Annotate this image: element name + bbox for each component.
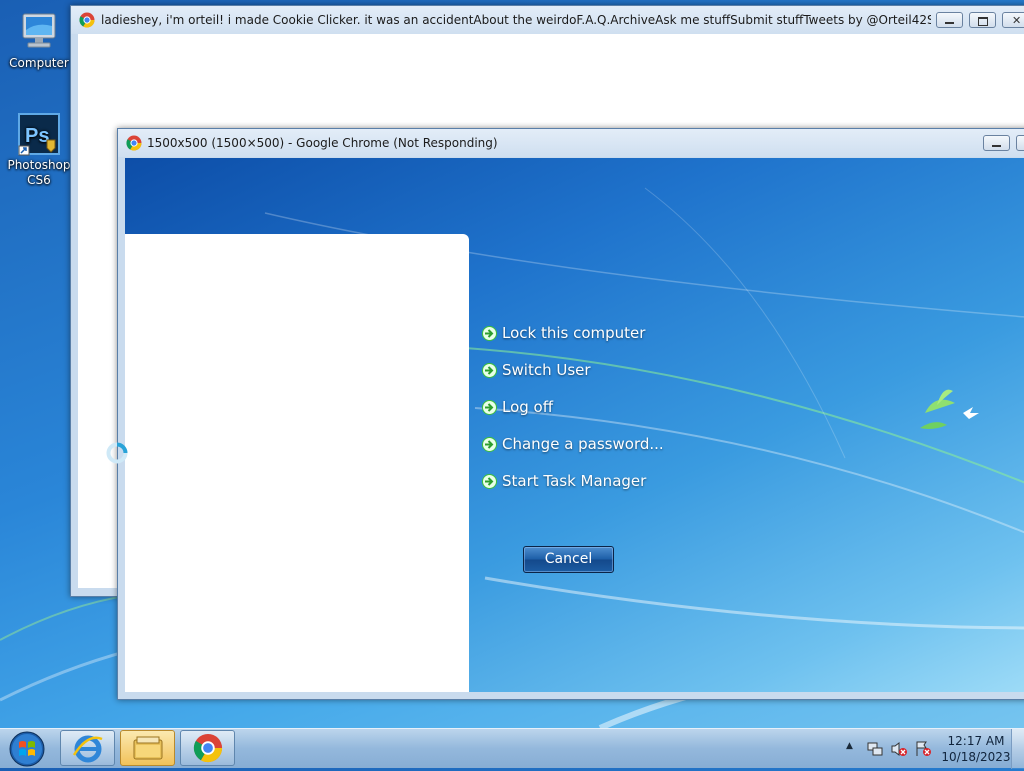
taskbar-google-chrome[interactable] [180,730,235,766]
network-icon[interactable] [866,740,884,758]
blank-image-panel [125,234,469,692]
windows-logo-icon [9,731,45,767]
log-off-label: Log off [502,398,554,416]
volume-muted-icon[interactable] [890,740,908,758]
start-task-manager-label: Start Task Manager [502,472,647,490]
green-arrow-icon [482,437,497,452]
computer-icon-label: Computer [9,56,69,70]
start-button[interactable] [5,730,49,768]
green-arrow-icon [482,326,497,341]
close-icon: ✕ [1012,14,1022,27]
image-window-titlebar[interactable]: 1500x500 (1500×500) - Google Chrome (Not… [118,129,1024,157]
busy-cursor-icon [106,442,128,464]
photoshop-icon: Ps [18,113,60,156]
taskbar-internet-explorer[interactable] [60,730,115,766]
clock[interactable]: 12:17 AM 10/18/2023 [941,733,1011,765]
lock-computer-label: Lock this computer [502,324,646,342]
internet-explorer-icon [72,735,103,763]
taskbar: ▲ 12:17 AM 10/18/2023 [0,728,1024,769]
minimize-icon [945,22,954,24]
photoshop-icon-label: Photoshop [7,158,71,172]
chrome-favicon-icon [126,135,142,151]
clock-date: 10/18/2023 [941,750,1011,764]
show-hidden-icons-chevron-icon[interactable]: ▲ [846,741,853,751]
security-screen: Lock this computer Switch User Log off C… [125,158,1024,692]
switch-user-label: Switch User [502,361,591,379]
photoshop-desktop-icon[interactable]: Ps Photoshop CS6 [4,112,74,188]
green-arrow-icon [482,363,497,378]
svg-text:Ps: Ps [25,125,49,147]
show-desktop-button[interactable] [1011,729,1024,769]
computer-icon [22,13,56,48]
taskbar-windows-explorer[interactable] [120,730,175,766]
green-arrow-icon [482,400,497,415]
system-tray: ▲ 12:17 AM 10/18/2023 [840,729,1024,769]
windows-explorer-icon [133,736,163,760]
clock-time: 12:17 AM [947,734,1005,748]
cancel-button[interactable]: Cancel [523,546,614,573]
chrome-icon [193,733,223,763]
image-window-title: 1500x500 (1500×500) - Google Chrome (Not… [147,136,498,150]
green-arrow-icon [482,474,497,489]
minimize-icon [992,145,1001,147]
restore-button[interactable] [1016,135,1024,151]
restore-icon [978,17,988,26]
photoshop-icon-label-line2: CS6 [27,173,51,187]
restore-button[interactable] [969,12,996,28]
minimize-button[interactable] [936,12,963,28]
blog-window-titlebar[interactable]: ladieshey, i'm orteil! i made Cookie Cli… [71,6,1024,34]
leaf-birds-graphic [920,389,979,429]
image-browser-window[interactable]: 1500x500 (1500×500) - Google Chrome (Not… [117,128,1024,700]
chrome-favicon-icon [79,12,95,28]
computer-desktop-icon[interactable]: Computer [4,10,74,71]
action-center-flag-icon[interactable] [914,740,932,758]
close-button[interactable]: ✕ [1002,12,1024,28]
minimize-button[interactable] [983,135,1010,151]
desktop: Computer Ps Photoshop CS6 ladieshey, i'm… [0,0,1024,728]
change-password-label: Change a password... [502,435,664,453]
blog-window-title: ladieshey, i'm orteil! i made Cookie Cli… [101,13,931,27]
